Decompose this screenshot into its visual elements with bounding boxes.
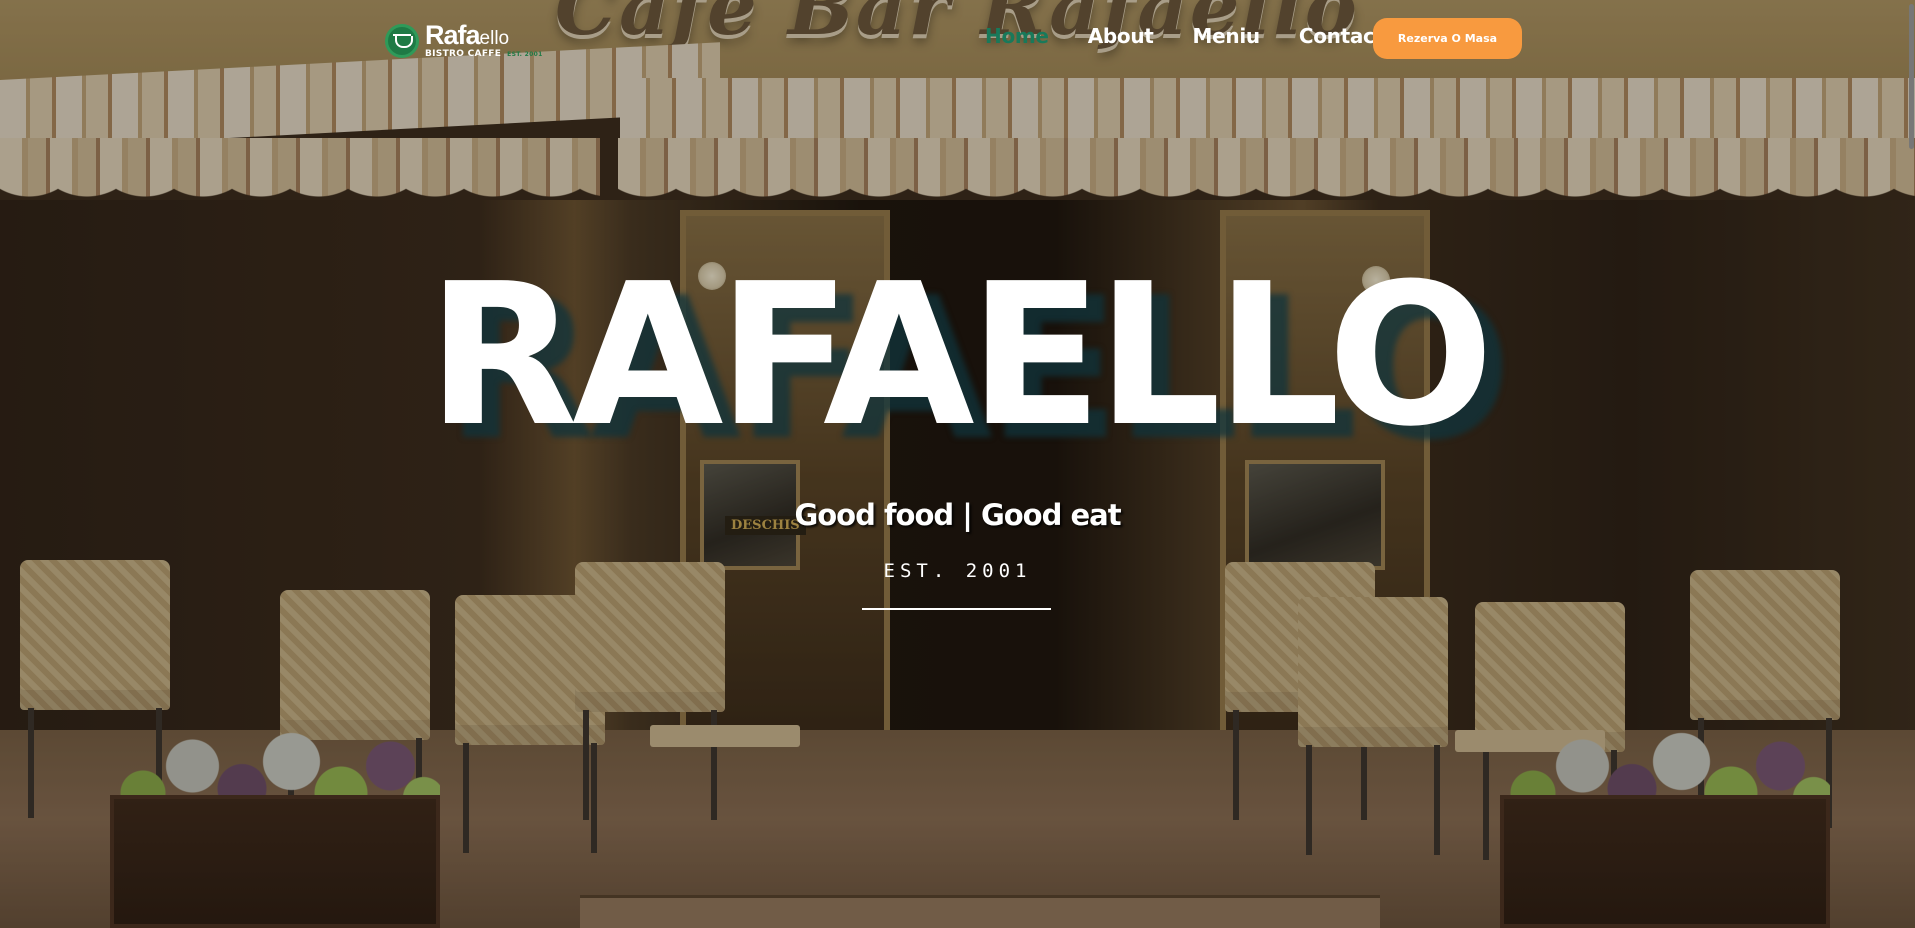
hero-divider [862, 608, 1051, 610]
main-nav: Home About Meniu Contact [985, 24, 1423, 48]
logo-tagline: BISTRO CAFFE EST. 2001 [425, 50, 543, 59]
nav-home[interactable]: Home [985, 24, 1049, 48]
logo-name: Rafaello [425, 22, 543, 49]
nav-contact[interactable]: Contact [1299, 24, 1384, 48]
nav-about[interactable]: About [1088, 24, 1154, 48]
logo-name-bold: Rafa [425, 20, 481, 50]
logo-subtitle: BISTRO CAFFE [425, 49, 502, 59]
hero-established: EST. 2001 [883, 560, 1032, 582]
hero-title: RAFAELLO [426, 242, 1494, 470]
logo-name-light: ello [479, 28, 510, 49]
reserve-table-button[interactable]: Rezerva O Masa [1373, 18, 1522, 59]
logo-wordmark: Rafaello BISTRO CAFFE EST. 2001 [425, 22, 543, 59]
site-logo[interactable]: Rafaello BISTRO CAFFE EST. 2001 [385, 22, 543, 59]
page-scrollbar[interactable] [1909, 4, 1914, 149]
coffee-cup-icon [385, 23, 419, 58]
hero-subtitle: Good food | Good eat [794, 498, 1121, 532]
nav-meniu[interactable]: Meniu [1193, 24, 1261, 48]
site-header: Rafaello BISTRO CAFFE EST. 2001 Home Abou… [0, 0, 1915, 78]
logo-est-tag: EST. 2001 [507, 51, 543, 58]
